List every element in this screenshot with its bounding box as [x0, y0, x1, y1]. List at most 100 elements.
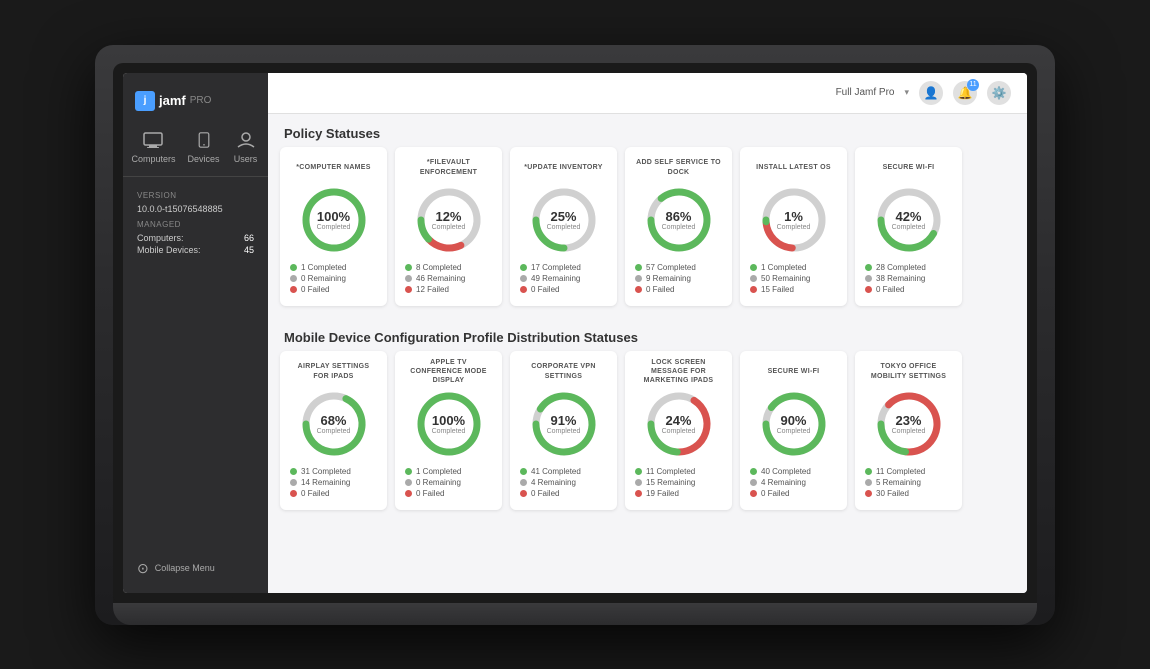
- sidebar-item-devices[interactable]: Devices: [188, 129, 220, 164]
- completed-text: 57 Completed: [646, 263, 696, 272]
- stat-completed: 17 Completed: [520, 263, 607, 272]
- policy-card-2: CORPORATE VPN SETTINGS 91% Completed 41 …: [510, 351, 617, 510]
- card-title: *UPDATE INVENTORY: [524, 157, 602, 179]
- computers-value: 66: [244, 233, 254, 243]
- completed-dot: [750, 264, 757, 271]
- failed-text: 0 Failed: [531, 285, 559, 294]
- card-title: ADD SELF SERVICE TO DOCK: [635, 157, 722, 179]
- completed-text: 1 Completed: [416, 467, 461, 476]
- donut-percent: 42%: [892, 209, 926, 224]
- failed-dot: [750, 490, 757, 497]
- sidebar-users-label: Users: [234, 154, 258, 164]
- remaining-text: 4 Remaining: [761, 478, 806, 487]
- completed-text: 11 Completed: [646, 467, 695, 476]
- stat-remaining: 4 Remaining: [750, 478, 837, 487]
- sidebar-item-users[interactable]: Users: [232, 129, 260, 164]
- failed-text: 0 Failed: [761, 489, 789, 498]
- remaining-text: 5 Remaining: [876, 478, 921, 487]
- completed-text: 40 Completed: [761, 467, 811, 476]
- donut-label: 90% Completed: [777, 413, 811, 435]
- user-icon[interactable]: 👤: [919, 81, 943, 105]
- top-bar-label: Full Jamf Pro: [836, 87, 895, 98]
- version-label: VERSION: [137, 191, 254, 200]
- card-title: SECURE WI-FI: [768, 361, 820, 383]
- failed-text: 19 Failed: [646, 489, 679, 498]
- policy-card-1: *FILEVAULT ENFORCEMENT 12% Completed 8 C…: [395, 147, 502, 306]
- completed-text: 31 Completed: [301, 467, 351, 476]
- collapse-menu-button[interactable]: ⊙ Collapse Menu: [123, 552, 268, 585]
- donut-container: 90% Completed: [759, 389, 829, 459]
- donut-percent: 68%: [317, 413, 351, 428]
- failed-text: 0 Failed: [531, 489, 559, 498]
- donut-container: 86% Completed: [644, 185, 714, 255]
- sidebar-item-computers[interactable]: Computers: [131, 129, 175, 164]
- remaining-text: 9 Remaining: [646, 274, 691, 283]
- donut-container: 1% Completed: [759, 185, 829, 255]
- sidebar-computers-label: Computers: [131, 154, 175, 164]
- donut-label: 25% Completed: [547, 209, 581, 231]
- donut-sub: Completed: [892, 428, 926, 435]
- failed-text: 0 Failed: [301, 489, 329, 498]
- remaining-dot: [750, 275, 757, 282]
- policy-card-4: SECURE WI-FI 90% Completed 40 Completed …: [740, 351, 847, 510]
- completed-dot: [405, 468, 412, 475]
- remaining-text: 50 Remaining: [761, 274, 810, 283]
- sidebar-divider: [123, 176, 268, 177]
- donut-sub: Completed: [547, 428, 581, 435]
- failed-text: 0 Failed: [301, 285, 329, 294]
- stat-completed: 11 Completed: [635, 467, 722, 476]
- computers-row: Computers: 66: [137, 233, 254, 243]
- donut-container: 91% Completed: [529, 389, 599, 459]
- completed-text: 1 Completed: [301, 263, 346, 272]
- donut-label: 1% Completed: [777, 209, 811, 231]
- donut-percent: 100%: [317, 209, 351, 224]
- completed-text: 41 Completed: [531, 467, 581, 476]
- failed-dot: [865, 286, 872, 293]
- notifications-icon[interactable]: 🔔 11: [953, 81, 977, 105]
- card-title: LOCK SCREEN MESSAGE FOR MARKETING IPADS: [635, 361, 722, 383]
- completed-text: 1 Completed: [761, 263, 806, 272]
- donut-sub: Completed: [547, 224, 581, 231]
- failed-text: 0 Failed: [646, 285, 674, 294]
- failed-dot: [865, 490, 872, 497]
- stat-failed: 12 Failed: [405, 285, 492, 294]
- sidebar-devices-label: Devices: [188, 154, 220, 164]
- stat-failed: 0 Failed: [290, 285, 377, 294]
- stat-remaining: 46 Remaining: [405, 274, 492, 283]
- sidebar-info: VERSION 10.0.0-t15076548885 MANAGED Comp…: [123, 183, 268, 265]
- policy-card-4: INSTALL LATEST OS 1% Completed 1 Complet…: [740, 147, 847, 306]
- failed-dot: [520, 490, 527, 497]
- stat-remaining: 9 Remaining: [635, 274, 722, 283]
- stat-failed: 0 Failed: [865, 285, 952, 294]
- donut-label: 24% Completed: [662, 413, 696, 435]
- failed-text: 30 Failed: [876, 489, 909, 498]
- mobile-label: Mobile Devices:: [137, 245, 201, 255]
- donut-sub: Completed: [317, 224, 351, 231]
- donut-container: 25% Completed: [529, 185, 599, 255]
- donut-label: 68% Completed: [317, 413, 351, 435]
- remaining-dot: [750, 479, 757, 486]
- policy-card-3: LOCK SCREEN MESSAGE FOR MARKETING IPADS …: [625, 351, 732, 510]
- remaining-dot: [865, 275, 872, 282]
- stat-failed: 0 Failed: [520, 285, 607, 294]
- donut-percent: 90%: [777, 413, 811, 428]
- donut-percent: 91%: [547, 413, 581, 428]
- stat-failed: 0 Failed: [520, 489, 607, 498]
- card-title: *COMPUTER NAMES: [296, 157, 371, 179]
- stat-completed: 40 Completed: [750, 467, 837, 476]
- card-title: TOKYO OFFICE MOBILITY SETTINGS: [865, 361, 952, 383]
- donut-percent: 1%: [777, 209, 811, 224]
- donut-sub: Completed: [777, 428, 811, 435]
- donut-sub: Completed: [662, 224, 696, 231]
- policy-card-1: APPLE TV CONFERENCE MODE DISPLAY 100% Co…: [395, 351, 502, 510]
- stat-remaining: 14 Remaining: [290, 478, 377, 487]
- failed-dot: [290, 490, 297, 497]
- stat-completed: 11 Completed: [865, 467, 952, 476]
- completed-text: 8 Completed: [416, 263, 461, 272]
- stat-failed: 0 Failed: [405, 489, 492, 498]
- settings-icon[interactable]: ⚙️: [987, 81, 1011, 105]
- sidebar: j jamf PRO Computers D: [123, 73, 268, 593]
- remaining-dot: [865, 479, 872, 486]
- remaining-text: 46 Remaining: [416, 274, 465, 283]
- mobile-row: Mobile Devices: 45: [137, 245, 254, 255]
